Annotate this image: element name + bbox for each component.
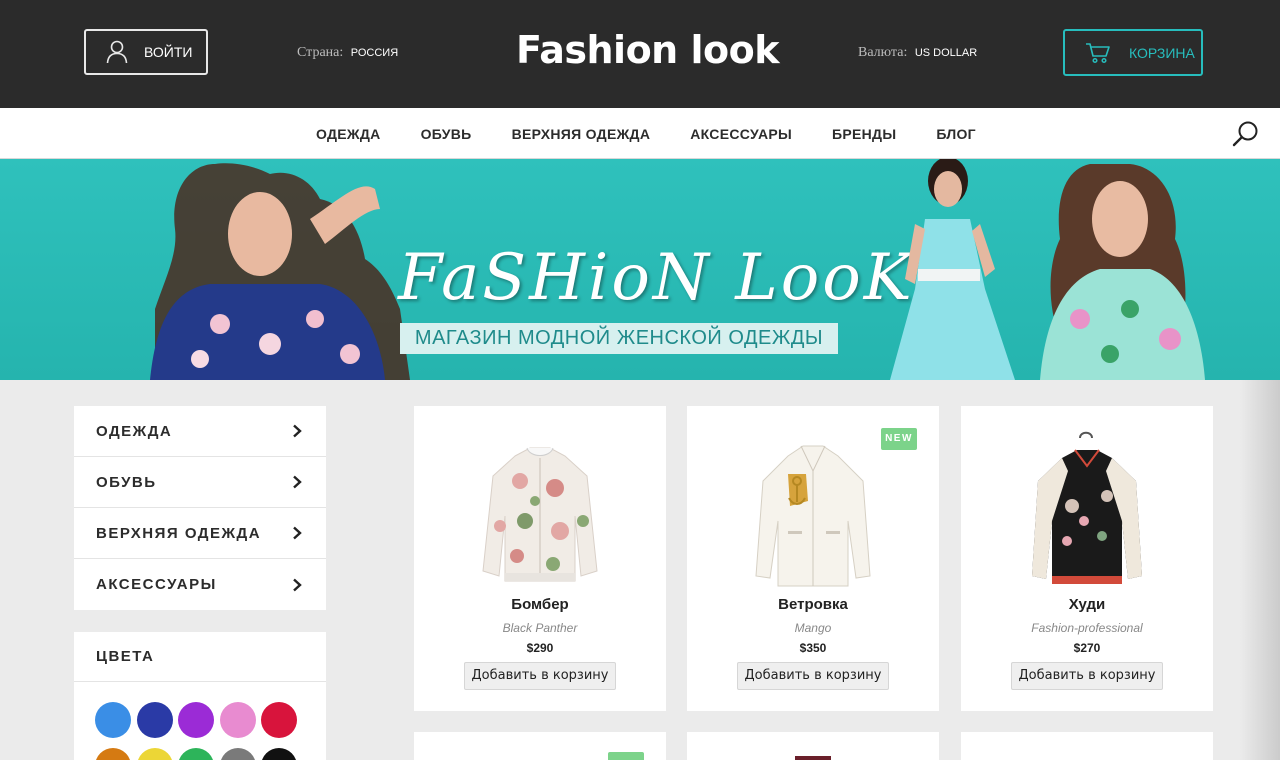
color-swatch[interactable] xyxy=(95,748,131,760)
cart-label: КОРЗИНА xyxy=(1129,44,1195,61)
new-badge: NEW xyxy=(881,428,917,450)
user-icon xyxy=(106,40,128,64)
product-brand: Black Panther xyxy=(502,621,578,635)
add-to-cart-button[interactable]: Добавить в корзину xyxy=(737,662,889,690)
add-to-cart-button[interactable]: Добавить в корзину xyxy=(1011,662,1163,690)
hoodie-jacket-image xyxy=(1032,431,1142,584)
color-swatch[interactable] xyxy=(178,748,214,760)
sidebar-item-label: ОДЕЖДА xyxy=(96,422,173,440)
country-selector[interactable]: Страна: РОССИЯ xyxy=(297,45,398,61)
color-swatch[interactable] xyxy=(178,702,214,738)
country-label: Страна: xyxy=(297,45,344,60)
product-name[interactable]: Ветровка xyxy=(687,596,939,613)
sidebar-item-label: АКСЕССУАРЫ xyxy=(96,576,217,593)
sidebar-item-outerwear[interactable]: ВЕРХНЯЯ ОДЕЖДА xyxy=(74,508,326,559)
country-value: РОССИЯ xyxy=(350,47,399,59)
nav-item-brands[interactable]: БРЕНДЫ xyxy=(832,126,896,142)
windbreaker-jacket-image xyxy=(755,445,871,587)
product-price: $270 xyxy=(1073,641,1101,655)
login-button[interactable]: ВОЙТИ xyxy=(84,29,208,75)
bomber-jacket-image xyxy=(482,447,598,582)
nav-item-accessories[interactable]: АКСЕССУАРЫ xyxy=(690,126,792,142)
sidebar-item-clothes[interactable]: ОДЕЖДА xyxy=(74,406,326,457)
currency-label: Валюта: xyxy=(858,45,908,60)
colors-filter: ЦВЕТА xyxy=(74,632,326,760)
color-swatch[interactable] xyxy=(261,702,297,738)
product-name[interactable]: Бомбер xyxy=(414,596,666,613)
add-to-cart-button[interactable]: Добавить в корзину xyxy=(464,662,616,690)
color-swatch[interactable] xyxy=(219,702,256,738)
new-badge xyxy=(608,752,644,760)
product-brand: Mango xyxy=(794,621,832,635)
product-card[interactable]: Худи Fashion-professional $270 Добавить … xyxy=(961,406,1213,711)
product-card[interactable] xyxy=(414,732,666,760)
sidebar-item-accessories[interactable]: АКСЕССУАРЫ xyxy=(74,559,326,610)
nav-item-outerwear[interactable]: ВЕРХНЯЯ ОДЕЖДА xyxy=(512,126,651,142)
product-price: $290 xyxy=(526,641,554,655)
model-right-image xyxy=(1040,164,1205,380)
hero-banner[interactable]: FaSHioN LooK МАГАЗИН МОДНОЙ ЖЕНСКОЙ ОДЕЖ… xyxy=(0,159,1280,380)
cart-button[interactable]: КОРЗИНА xyxy=(1063,29,1203,76)
color-swatch[interactable] xyxy=(136,702,173,738)
currency-value: US DOLLAR xyxy=(914,47,978,59)
product-name[interactable]: Худи xyxy=(961,596,1213,613)
chevron-right-icon xyxy=(293,526,302,540)
chevron-right-icon xyxy=(293,578,302,591)
product-card[interactable] xyxy=(961,732,1213,760)
nav-item-clothes[interactable]: ОДЕЖДА xyxy=(316,126,381,142)
sidebar-item-shoes[interactable]: ОБУВЬ xyxy=(74,457,326,508)
main-nav: ОДЕЖДА ОБУВЬ ВЕРХНЯЯ ОДЕЖДА АКСЕССУАРЫ Б… xyxy=(0,108,1280,159)
product-card[interactable]: NEW Ветровка Mango $350 Добавить в корзи… xyxy=(687,406,939,711)
login-label: ВОЙТИ xyxy=(144,44,193,60)
product-image xyxy=(795,756,831,760)
nav-item-blog[interactable]: БЛОГ xyxy=(936,126,976,142)
nav-items: ОДЕЖДА ОБУВЬ ВЕРХНЯЯ ОДЕЖДА АКСЕССУАРЫ Б… xyxy=(296,108,996,159)
nav-item-shoes[interactable]: ОБУВЬ xyxy=(421,126,472,142)
color-swatch[interactable] xyxy=(219,748,256,760)
search-icon[interactable] xyxy=(1232,120,1260,148)
color-swatch[interactable] xyxy=(136,748,173,760)
chevron-right-icon xyxy=(293,424,302,438)
site-logo[interactable]: Fashion look xyxy=(516,28,779,72)
page-edge-shadow xyxy=(1240,380,1280,760)
currency-selector[interactable]: Валюта: US DOLLAR xyxy=(858,45,977,61)
chevron-right-icon xyxy=(293,475,302,489)
banner-title: FaSHioN LooK xyxy=(398,241,915,315)
sidebar-item-label: ОБУВЬ xyxy=(96,473,157,491)
product-card[interactable]: Бомбер Black Panther $290 Добавить в кор… xyxy=(414,406,666,711)
sidebar-categories: ОДЕЖДА ОБУВЬ ВЕРХНЯЯ ОДЕЖДА АКСЕССУАРЫ xyxy=(74,406,326,610)
product-price: $350 xyxy=(799,641,827,655)
sidebar-item-label: ВЕРХНЯЯ ОДЕЖДА xyxy=(96,524,262,542)
color-swatches xyxy=(95,702,297,760)
banner-subtitle: МАГАЗИН МОДНОЙ ЖЕНСКОЙ ОДЕЖДЫ xyxy=(400,323,838,354)
cart-icon xyxy=(1086,42,1110,63)
product-card[interactable] xyxy=(687,732,939,760)
color-swatch[interactable] xyxy=(95,702,131,738)
colors-title: ЦВЕТА xyxy=(74,632,326,682)
color-swatch[interactable] xyxy=(261,748,297,760)
model-middle-image xyxy=(890,159,1015,380)
product-brand: Fashion-professional xyxy=(1031,621,1143,635)
header: ВОЙТИ Страна: РОССИЯ Fashion look Валюта… xyxy=(0,0,1280,108)
